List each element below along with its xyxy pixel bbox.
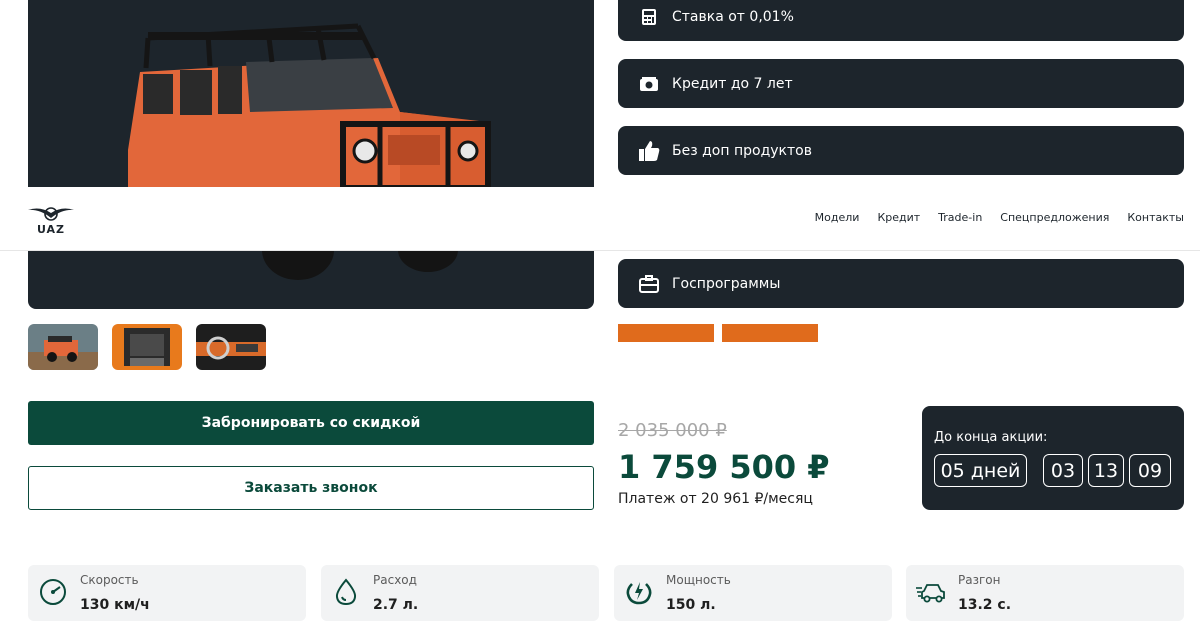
thumbs-up-icon (638, 140, 660, 162)
thumbnail-interior[interactable] (196, 324, 266, 370)
color-swatch-orange[interactable] (722, 324, 818, 342)
promo-countdown: До конца акции: 05 дней 03 13 09 (922, 406, 1184, 510)
countdown-minutes: 13 (1088, 454, 1124, 487)
feature-no-extras: Без доп продуктов (618, 126, 1184, 175)
speedometer-icon (38, 577, 68, 607)
spec-value: 130 км/ч (80, 597, 150, 613)
feature-gov-programs: Госпрограммы (618, 259, 1184, 308)
countdown-hours: 03 (1043, 454, 1083, 487)
nav-trade-in[interactable]: Trade-in (938, 211, 982, 224)
old-price: 2 035 000 ₽ (618, 420, 727, 441)
main-nav: Модели Кредит Trade-in Спецпредложения К… (815, 211, 1184, 224)
spec-label: Расход (373, 573, 417, 587)
thumbnail-trunk[interactable] (112, 324, 182, 370)
site-header: UAZ Модели Кредит Trade-in Спецпредложен… (0, 187, 1200, 251)
feature-rate: Ставка от 0,01% (618, 0, 1184, 41)
power-icon (624, 577, 654, 607)
order-call-button[interactable]: Заказать звонок (28, 466, 594, 510)
feature-label: Госпрограммы (672, 275, 781, 292)
nav-special-offers[interactable]: Спецпредложения (1000, 211, 1109, 224)
feature-label: Кредит до 7 лет (672, 75, 793, 92)
color-swatch-orange[interactable] (618, 324, 714, 342)
orange-suv-illustration (128, 23, 491, 280)
book-discount-button[interactable]: Забронировать со скидкой (28, 401, 594, 445)
spec-label: Разгон (958, 573, 1001, 587)
monthly-payment: Платеж от 20 961 ₽/месяц (618, 491, 813, 507)
nav-credit[interactable]: Кредит (877, 211, 920, 224)
spec-acceleration: Разгон 13.2 с. (906, 565, 1184, 621)
car-speed-icon (916, 577, 946, 607)
countdown-title: До конца акции: (934, 430, 1048, 445)
spec-consumption: Расход 2.7 л. (321, 565, 599, 621)
fuel-drop-icon (331, 577, 361, 607)
countdown-days: 05 дней (934, 454, 1027, 487)
spec-label: Скорость (80, 573, 139, 587)
new-price: 1 759 500 ₽ (618, 448, 830, 486)
money-icon (638, 73, 660, 95)
feature-label: Ставка от 0,01% (672, 8, 794, 25)
uaz-emblem-icon (28, 207, 74, 221)
spec-value: 150 л. (666, 597, 716, 613)
feature-label: Без доп продуктов (672, 142, 812, 159)
spec-speed: Скорость 130 км/ч (28, 565, 306, 621)
uaz-logo[interactable]: UAZ (26, 204, 76, 236)
spec-value: 13.2 с. (958, 597, 1012, 613)
nav-models[interactable]: Модели (815, 211, 860, 224)
hero-car-image (28, 0, 594, 309)
calculator-icon (638, 6, 660, 28)
spec-value: 2.7 л. (373, 597, 419, 613)
spec-label: Мощность (666, 573, 731, 587)
thumbnail-exterior[interactable] (28, 324, 98, 370)
briefcase-icon (638, 273, 660, 295)
nav-contacts[interactable]: Контакты (1127, 211, 1184, 224)
spec-power: Мощность 150 л. (614, 565, 892, 621)
countdown-seconds: 09 (1129, 454, 1171, 487)
feature-credit-term: Кредит до 7 лет (618, 59, 1184, 108)
logo-text: UAZ (36, 223, 66, 236)
